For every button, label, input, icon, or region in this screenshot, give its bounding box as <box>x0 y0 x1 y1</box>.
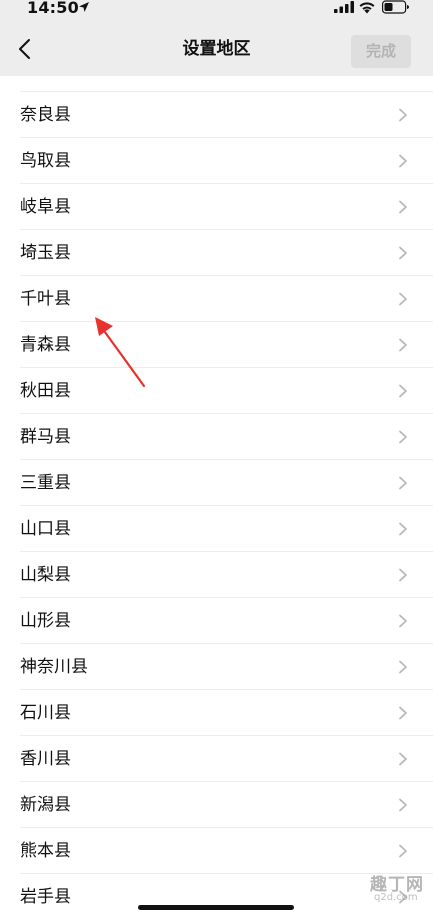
chevron-right-icon <box>399 706 407 720</box>
list-item[interactable]: 神奈川县 <box>0 644 433 690</box>
region-name: 千叶县 <box>20 289 71 309</box>
wifi-icon <box>359 2 375 14</box>
region-name: 熊本县 <box>20 841 71 861</box>
region-name: 秋田县 <box>20 381 71 401</box>
list-item[interactable]: 鸟取县 <box>0 138 433 184</box>
region-name: 群马县 <box>20 427 71 447</box>
chevron-right-icon <box>399 384 407 398</box>
chevron-right-icon <box>399 798 407 812</box>
watermark-logo: 趣丁网 q2d.com <box>368 866 428 906</box>
status-bar: 14:50 <box>0 0 433 22</box>
region-name: 新潟县 <box>20 795 71 815</box>
region-name: 青森县 <box>20 335 71 355</box>
region-name: 岐阜县 <box>20 197 71 217</box>
chevron-right-icon <box>399 292 407 306</box>
chevron-right-icon <box>399 844 407 858</box>
cellular-signal-icon <box>334 1 354 13</box>
region-name: 埼玉县 <box>20 243 71 263</box>
list-item[interactable]: 山梨县 <box>0 552 433 598</box>
region-name: 鹿儿岛县 <box>20 76 88 80</box>
list-item[interactable]: 群马县 <box>0 414 433 460</box>
chevron-right-icon <box>399 430 407 444</box>
chevron-right-icon <box>399 476 407 490</box>
battery-icon <box>382 0 409 14</box>
list-item[interactable]: 石川县 <box>0 690 433 736</box>
chevron-right-icon <box>399 108 407 122</box>
chevron-right-icon <box>399 338 407 352</box>
list-item[interactable]: 秋田县 <box>0 368 433 414</box>
chevron-right-icon <box>399 522 407 536</box>
location-arrow-icon <box>79 2 89 12</box>
chevron-right-icon <box>399 660 407 674</box>
chevron-right-icon <box>399 200 407 214</box>
home-indicator <box>138 905 294 910</box>
chevron-right-icon <box>399 568 407 582</box>
list-item[interactable]: 青森县 <box>0 322 433 368</box>
region-name: 三重县 <box>20 473 71 493</box>
region-name: 山口县 <box>20 519 71 539</box>
list-item[interactable]: 埼玉县 <box>0 230 433 276</box>
list-item[interactable]: 三重县 <box>0 460 433 506</box>
navigation-bar: 设置地区 完成 <box>0 22 433 76</box>
list-item[interactable]: 鹿儿岛县 <box>0 76 433 92</box>
list-item[interactable]: 香川县 <box>0 736 433 782</box>
list-item[interactable]: 奈良县 <box>0 92 433 138</box>
done-button[interactable]: 完成 <box>351 35 411 68</box>
red-arrow-annotation <box>95 317 146 388</box>
chevron-right-icon <box>399 246 407 260</box>
region-list-items: 鹿儿岛县奈良县鸟取县岐阜县埼玉县千叶县青森县秋田县群马县三重县山口县山梨县山形县… <box>0 76 433 910</box>
region-list[interactable]: 鹿儿岛县奈良县鸟取县岐阜县埼玉县千叶县青森县秋田县群马县三重县山口县山梨县山形县… <box>0 76 433 910</box>
region-name: 石川县 <box>20 703 71 723</box>
region-name: 岩手县 <box>20 887 71 907</box>
region-name: 山形县 <box>20 611 71 631</box>
chevron-right-icon <box>399 154 407 168</box>
chevron-right-icon <box>399 752 407 766</box>
region-name: 鸟取县 <box>20 151 71 171</box>
list-item[interactable]: 山形县 <box>0 598 433 644</box>
chevron-right-icon <box>399 614 407 628</box>
status-time: 14:50 <box>27 0 79 17</box>
list-item[interactable]: 岐阜县 <box>0 184 433 230</box>
watermark-domain: q2d.com <box>374 892 418 903</box>
region-name: 奈良县 <box>20 105 71 125</box>
list-item[interactable]: 新潟县 <box>0 782 433 828</box>
region-name: 香川县 <box>20 749 71 769</box>
list-item[interactable]: 山口县 <box>0 506 433 552</box>
region-name: 神奈川县 <box>20 657 88 677</box>
region-name: 山梨县 <box>20 565 71 585</box>
list-item[interactable]: 千叶县 <box>0 276 433 322</box>
